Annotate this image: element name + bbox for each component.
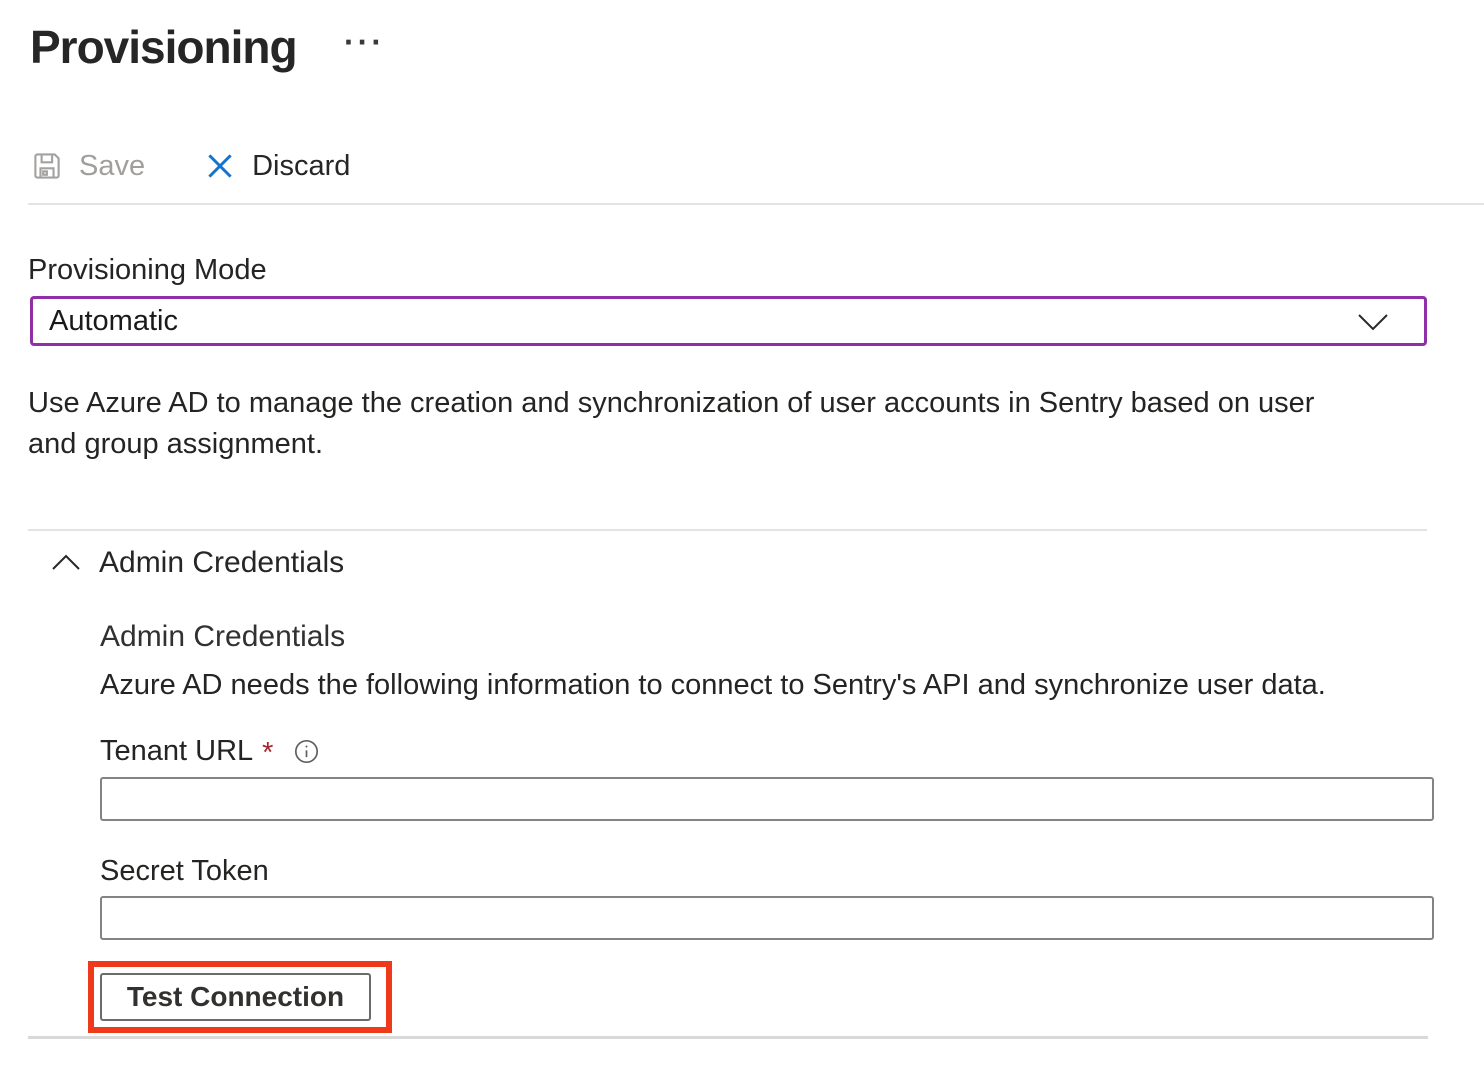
command-bar: Save Discard (30, 141, 350, 191)
secret-token-input[interactable] (100, 896, 1434, 940)
discard-button[interactable]: Discard (203, 149, 350, 183)
more-options-button[interactable]: ··· (344, 22, 385, 62)
provisioning-description: Use Azure AD to manage the creation and … (28, 383, 1333, 465)
bottom-divider (28, 1036, 1428, 1039)
save-button[interactable]: Save (30, 149, 145, 183)
provisioning-mode-dropdown[interactable]: Automatic (30, 296, 1427, 346)
admin-credentials-section-title: Admin Credentials (99, 546, 344, 580)
required-asterisk: * (262, 737, 273, 770)
provisioning-page: Provisioning ··· Save Discard (0, 0, 1484, 1078)
section-divider (28, 529, 1427, 531)
admin-credentials-heading: Admin Credentials (100, 620, 345, 654)
save-floppy-icon (30, 149, 64, 183)
save-label: Save (79, 150, 145, 183)
x-close-icon (203, 149, 237, 183)
tenant-url-label-row: Tenant URL * (100, 735, 320, 768)
tenant-url-input[interactable] (100, 777, 1434, 821)
provisioning-mode-label: Provisioning Mode (28, 254, 267, 287)
info-icon[interactable] (293, 738, 320, 765)
chevron-up-icon (50, 551, 82, 575)
admin-credentials-description: Azure AD needs the following information… (100, 669, 1326, 702)
provisioning-mode-selected-value: Automatic (49, 305, 178, 338)
toolbar-divider (28, 203, 1484, 205)
tenant-url-label: Tenant URL (100, 735, 253, 768)
test-connection-button[interactable]: Test Connection (100, 973, 371, 1021)
secret-token-label: Secret Token (100, 855, 269, 888)
admin-credentials-accordion-header[interactable]: Admin Credentials (50, 546, 344, 580)
chevron-down-icon (1356, 311, 1390, 333)
discard-label: Discard (252, 150, 350, 183)
page-title: Provisioning (30, 20, 297, 74)
